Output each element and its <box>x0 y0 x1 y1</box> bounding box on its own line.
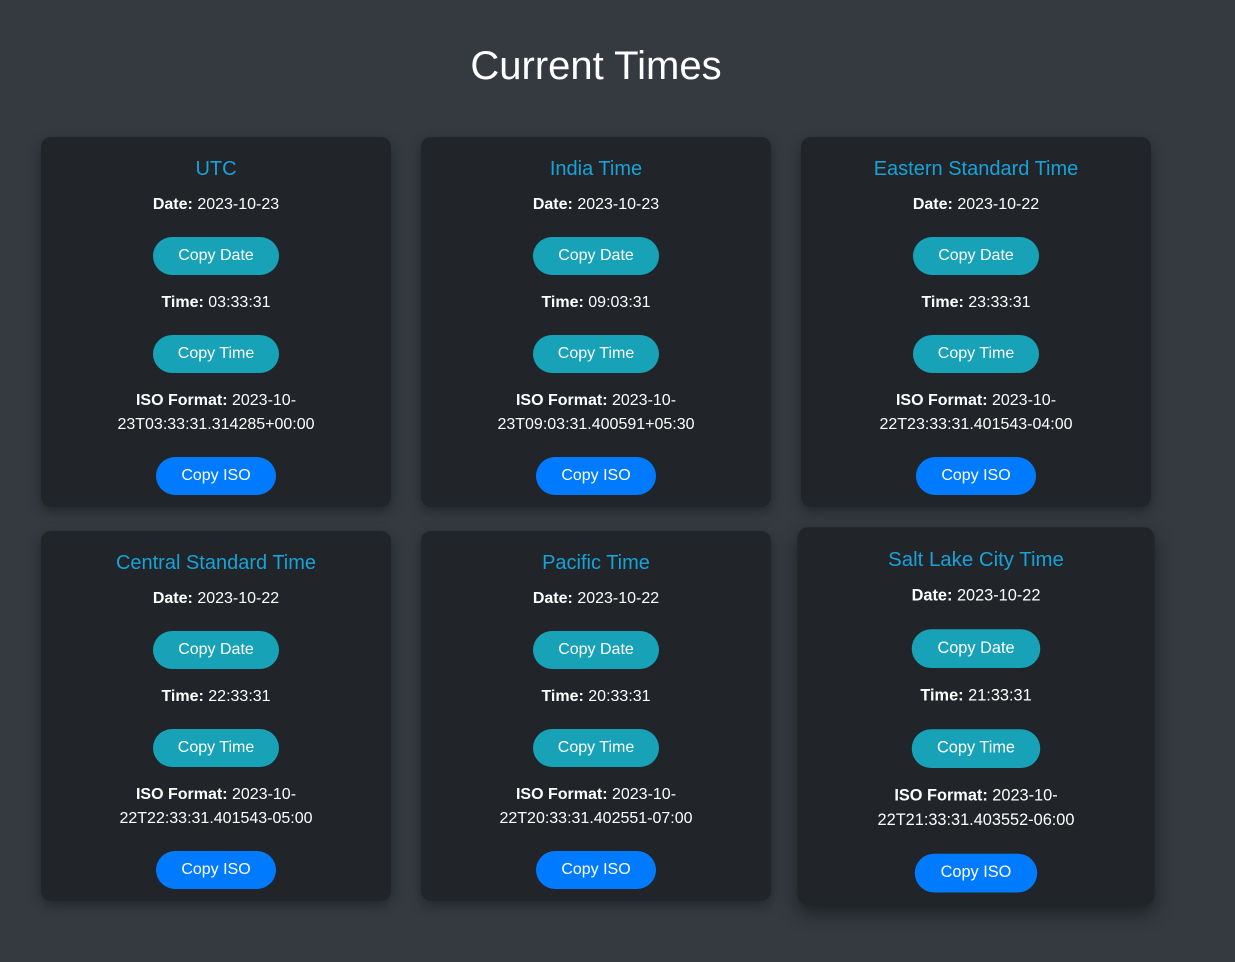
zone-title: Pacific Time <box>542 552 650 574</box>
copy-iso-button[interactable]: Copy ISO <box>156 457 276 495</box>
iso-label: ISO Format: <box>894 787 988 805</box>
iso-value-part1: 2023-10- <box>231 392 297 409</box>
date-line: Date: 2023-10-23 <box>421 193 771 217</box>
time-line: Time: 20:33:31 <box>421 685 771 709</box>
date-label: Date: <box>911 587 953 605</box>
time-card-salt-lake-city: Salt Lake City Time Date: 2023-10-22 Cop… <box>797 527 1155 905</box>
iso-line: ISO Format: 2023-10- 23T03:33:31.314285+0… <box>101 389 331 437</box>
iso-value-part1: 2023-10- <box>611 786 677 803</box>
time-card-utc: UTC Date: 2023-10-23 Copy Date Time: 03:… <box>41 137 391 507</box>
zone-title: Salt Lake City Time <box>888 548 1064 572</box>
date-value: 2023-10-22 <box>956 587 1041 605</box>
date-value: 2023-10-22 <box>577 590 660 607</box>
iso-label: ISO Format: <box>895 392 988 409</box>
time-label: Time: <box>161 688 204 705</box>
time-line: Time: 21:33:31 <box>798 684 1155 708</box>
iso-value-part2: 22T23:33:31.401543-04:00 <box>879 416 1073 433</box>
iso-label: ISO Format: <box>515 786 608 803</box>
zone-title: UTC <box>195 158 237 180</box>
copy-date-button[interactable]: Copy Date <box>533 631 659 669</box>
zone-title: India Time <box>549 158 643 180</box>
copy-date-button[interactable]: Copy Date <box>533 237 659 275</box>
time-line: Time: 09:03:31 <box>421 291 771 315</box>
time-label: Time: <box>921 294 964 311</box>
date-line: Date: 2023-10-22 <box>421 587 771 611</box>
time-line: Time: 22:33:31 <box>41 685 391 709</box>
copy-time-button[interactable]: Copy Time <box>532 729 660 767</box>
time-card-central: Central Standard Time Date: 2023-10-22 C… <box>41 531 391 901</box>
date-label: Date: <box>152 196 193 213</box>
time-value: 20:33:31 <box>588 688 651 705</box>
iso-value-part1: 2023-10- <box>992 787 1058 805</box>
time-label: Time: <box>920 687 964 705</box>
time-value: 21:33:31 <box>968 687 1032 705</box>
iso-line: ISO Format: 2023-10- 23T09:03:31.400591+0… <box>481 389 711 437</box>
copy-iso-button[interactable]: Copy ISO <box>156 851 276 889</box>
date-line: Date: 2023-10-22 <box>41 587 391 611</box>
iso-line: ISO Format: 2023-10- 22T20:33:31.402551-0… <box>481 783 711 831</box>
zone-title: Eastern Standard Time <box>873 158 1079 180</box>
copy-time-button[interactable]: Copy Time <box>152 335 280 373</box>
iso-value-part2: 23T03:33:31.314285+00:00 <box>117 416 315 433</box>
zone-title: Central Standard Time <box>115 552 317 574</box>
date-label: Date: <box>152 590 193 607</box>
date-value: 2023-10-23 <box>577 196 660 213</box>
date-line: Date: 2023-10-22 <box>798 584 1155 608</box>
time-card-eastern: Eastern Standard Time Date: 2023-10-22 C… <box>801 137 1151 507</box>
time-card-pacific: Pacific Time Date: 2023-10-22 Copy Date … <box>421 531 771 901</box>
iso-value-part2: 22T21:33:31.403552-06:00 <box>877 811 1075 830</box>
copy-time-button[interactable]: Copy Time <box>152 729 280 767</box>
date-line: Date: 2023-10-23 <box>41 193 391 217</box>
iso-value-part2: 23T09:03:31.400591+05:30 <box>497 416 695 433</box>
time-value: 23:33:31 <box>968 294 1031 311</box>
time-label: Time: <box>541 688 584 705</box>
time-label: Time: <box>541 294 584 311</box>
date-label: Date: <box>532 196 573 213</box>
page-title: Current Times <box>470 44 722 88</box>
copy-date-button[interactable]: Copy Date <box>913 237 1039 275</box>
copy-time-button[interactable]: Copy Time <box>532 335 660 373</box>
iso-label: ISO Format: <box>135 392 228 409</box>
date-label: Date: <box>532 590 573 607</box>
iso-label: ISO Format: <box>135 786 228 803</box>
copy-iso-button[interactable]: Copy ISO <box>536 851 656 889</box>
time-line: Time: 23:33:31 <box>801 291 1151 315</box>
iso-line: ISO Format: 2023-10- 22T21:33:31.403552-0… <box>859 784 1094 833</box>
iso-line: ISO Format: 2023-10- 22T23:33:31.401543-0… <box>861 389 1091 437</box>
iso-value-part1: 2023-10- <box>231 786 297 803</box>
date-value: 2023-10-22 <box>197 590 280 607</box>
copy-date-button[interactable]: Copy Date <box>911 629 1041 669</box>
copy-time-button[interactable]: Copy Time <box>912 335 1040 373</box>
copy-date-button[interactable]: Copy Date <box>153 631 279 669</box>
time-value: 03:33:31 <box>208 294 271 311</box>
copy-iso-button[interactable]: Copy ISO <box>536 457 656 495</box>
date-value: 2023-10-22 <box>957 196 1040 213</box>
time-line: Time: 03:33:31 <box>41 291 391 315</box>
copy-iso-button[interactable]: Copy ISO <box>916 457 1036 495</box>
iso-value-part2: 22T20:33:31.402551-07:00 <box>499 810 693 827</box>
iso-line: ISO Format: 2023-10- 22T22:33:31.401543-0… <box>101 783 331 831</box>
iso-label: ISO Format: <box>515 392 608 409</box>
iso-value-part1: 2023-10- <box>611 392 677 409</box>
copy-date-button[interactable]: Copy Date <box>153 237 279 275</box>
date-label: Date: <box>912 196 953 213</box>
date-line: Date: 2023-10-22 <box>801 193 1151 217</box>
date-value: 2023-10-23 <box>197 196 280 213</box>
iso-value-part2: 22T22:33:31.401543-05:00 <box>119 810 313 827</box>
time-label: Time: <box>161 294 204 311</box>
iso-value-part1: 2023-10- <box>991 392 1057 409</box>
copy-iso-button[interactable]: Copy ISO <box>915 853 1037 893</box>
time-value: 22:33:31 <box>208 688 271 705</box>
copy-time-button[interactable]: Copy Time <box>911 729 1041 769</box>
time-value: 09:03:31 <box>588 294 651 311</box>
time-card-india: India Time Date: 2023-10-23 Copy Date Ti… <box>421 137 771 507</box>
